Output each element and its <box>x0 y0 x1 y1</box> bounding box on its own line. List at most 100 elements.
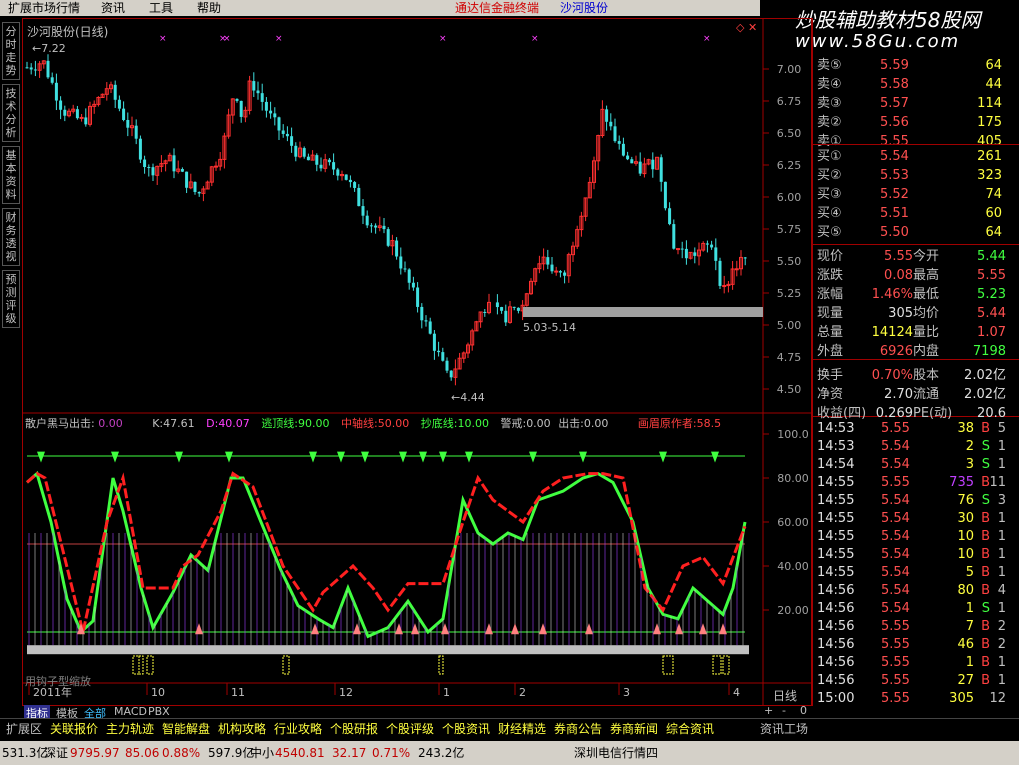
tick-count: 12 <box>989 691 1006 706</box>
quote-row: 现量 305 均价 5.44 <box>813 304 1019 323</box>
chart-area[interactable]: 7.00 6.75 6.50 6.25 6.00 5.75 5.50 5.25 5.00 4.75… <box>22 18 812 706</box>
menu-news[interactable]: 资讯 <box>101 0 125 16</box>
quote-value: 5.44 <box>977 249 1006 264</box>
top-label: 逃顶线: <box>261 417 299 430</box>
tick-price: 5.54 <box>881 565 910 580</box>
tick-row: 14:55 5.54 5 B 1 <box>813 564 1019 582</box>
sell-volume: 114 <box>977 96 1002 111</box>
sidetab-financials[interactable]: 财务透视 <box>2 208 20 266</box>
quote-label: 均价 <box>913 306 940 321</box>
candle-body <box>54 82 58 101</box>
indicator-first: 0.00 <box>98 417 123 430</box>
subtab-macd[interactable]: MACD <box>114 705 147 718</box>
menu-tools[interactable]: 工具 <box>149 0 173 16</box>
sidetab-fundamentals[interactable]: 基本资料 <box>2 146 20 204</box>
bottom-tab[interactable]: 个股资讯 <box>442 721 490 737</box>
buy-arrow <box>441 623 449 635</box>
bottom-tab[interactable]: 机构攻略 <box>218 721 266 737</box>
bottom-label: 抄底线: <box>420 417 458 430</box>
tick-volume: 46 <box>957 637 974 652</box>
sell-price: 5.59 <box>880 58 909 73</box>
bottom-tab[interactable]: 资讯工场 <box>760 721 808 737</box>
price-tick-label: 4.75 <box>777 351 802 364</box>
kline-chart[interactable]: 7.00 6.75 6.50 6.25 6.00 5.75 5.50 5.25 5.00 4.75… <box>23 19 811 705</box>
sidetab-technical[interactable]: 技术分析 <box>2 84 20 142</box>
quote-row: 涨跌 0.08 最高 5.55 <box>813 266 1019 285</box>
volume-bar <box>132 655 140 675</box>
buy-volume: 74 <box>985 187 1002 202</box>
candle-body <box>743 257 747 259</box>
quote-label: 涨幅 <box>817 287 844 302</box>
tick-time: 14:56 <box>817 637 855 652</box>
quote-row: 换手 0.70% 股本 2.02亿 <box>813 366 1019 385</box>
bottom-tab[interactable]: 扩展区 <box>6 721 42 737</box>
chart-controls-icon[interactable]: ◇ ✕ <box>736 21 757 34</box>
tick-row: 14:54 5.54 3 S 1 <box>813 456 1019 474</box>
candle-body <box>344 174 348 180</box>
sidetab-intraday[interactable]: 分时走势 <box>2 22 20 80</box>
orderbook-sell-row: 卖④ 5.58 44 <box>813 75 1019 94</box>
quote-label: 现量 <box>817 306 844 321</box>
sell-arrow <box>659 451 667 463</box>
candle-body <box>151 167 155 176</box>
quote-value: 2.02亿 <box>964 368 1006 383</box>
orderbook-buy-row: 买④ 5.51 60 <box>813 204 1019 223</box>
status-sme-change: 32.17 <box>332 746 367 760</box>
bottom-tab[interactable]: 券商新闻 <box>610 721 658 737</box>
candle-body <box>138 138 142 160</box>
menu-help[interactable]: 帮助 <box>197 0 221 16</box>
pager-minus[interactable]: - <box>782 704 786 717</box>
candle-body <box>63 109 67 116</box>
menu-extended-market[interactable]: 扩展市场行情 <box>8 0 80 16</box>
candle-body <box>29 67 33 70</box>
candle-body <box>420 306 424 321</box>
quote-label: 涨跌 <box>817 268 844 283</box>
bottom-tab[interactable]: 券商公告 <box>554 721 602 737</box>
stock-title: 沙河股份 <box>560 1 609 15</box>
sidetab-rating[interactable]: 预测评级 <box>2 270 20 328</box>
sell-arrow <box>579 451 587 463</box>
bottom-tab[interactable]: 综合资讯 <box>666 721 714 737</box>
bottom-tab[interactable]: 智能解盘 <box>162 721 210 737</box>
author-label: 画眉原作者:58.5 <box>637 417 722 430</box>
tick-row: 14:56 5.55 7 B 2 <box>813 618 1019 636</box>
tick-volume: 7 <box>965 619 974 634</box>
quote-value: 2.02亿 <box>964 387 1006 402</box>
candle-body <box>722 285 727 288</box>
tick-side: B <box>981 583 990 598</box>
tick-price: 5.55 <box>881 619 910 634</box>
candle-body <box>395 240 399 257</box>
pager-zero[interactable]: 0 <box>800 704 807 717</box>
subtab-pbx[interactable]: PBX <box>148 705 170 718</box>
ind-tick-label: 100.0 <box>777 428 809 441</box>
bottom-tab[interactable]: 主力轨迹 <box>106 721 154 737</box>
tick-count: 5 <box>997 421 1006 436</box>
bottom-tab[interactable]: 个股评级 <box>386 721 434 737</box>
tick-time: 14:55 <box>817 565 855 580</box>
tick-side: B <box>981 673 990 688</box>
status-index-name: 深证 <box>44 746 69 760</box>
candle-body <box>117 99 121 109</box>
buy-level-label: 买⑤ <box>817 225 842 240</box>
bottom-tab[interactable]: 行业攻略 <box>274 721 322 737</box>
quote-row: 涨幅 1.46% 最低 5.23 <box>813 285 1019 304</box>
sell-arrow <box>225 451 233 463</box>
bottom-tab[interactable]: 关联报价 <box>50 721 98 737</box>
tick-time: 14:56 <box>817 655 855 670</box>
status-sme-turnover: 243.2亿 <box>418 746 465 760</box>
bottom-tab[interactable]: 财经精选 <box>498 721 546 737</box>
candle-body <box>75 109 79 119</box>
quote-value: 5.44 <box>977 306 1006 321</box>
pager-plus[interactable]: + <box>764 704 773 717</box>
signal-marker: × <box>159 34 167 44</box>
candle-body <box>79 116 84 119</box>
tick-side: B <box>981 619 990 634</box>
sell-price: 5.58 <box>880 77 909 92</box>
bottom-tab[interactable]: 个股研报 <box>330 721 378 737</box>
tick-row: 14:55 5.54 10 B 1 <box>813 546 1019 564</box>
period-label[interactable]: 日线 <box>773 687 797 704</box>
quote-row: 现价 5.55 今开 5.44 <box>813 247 1019 266</box>
price-tick-label: 5.75 <box>777 223 802 236</box>
sell-price: 5.56 <box>880 115 909 130</box>
candle-body <box>122 108 126 120</box>
